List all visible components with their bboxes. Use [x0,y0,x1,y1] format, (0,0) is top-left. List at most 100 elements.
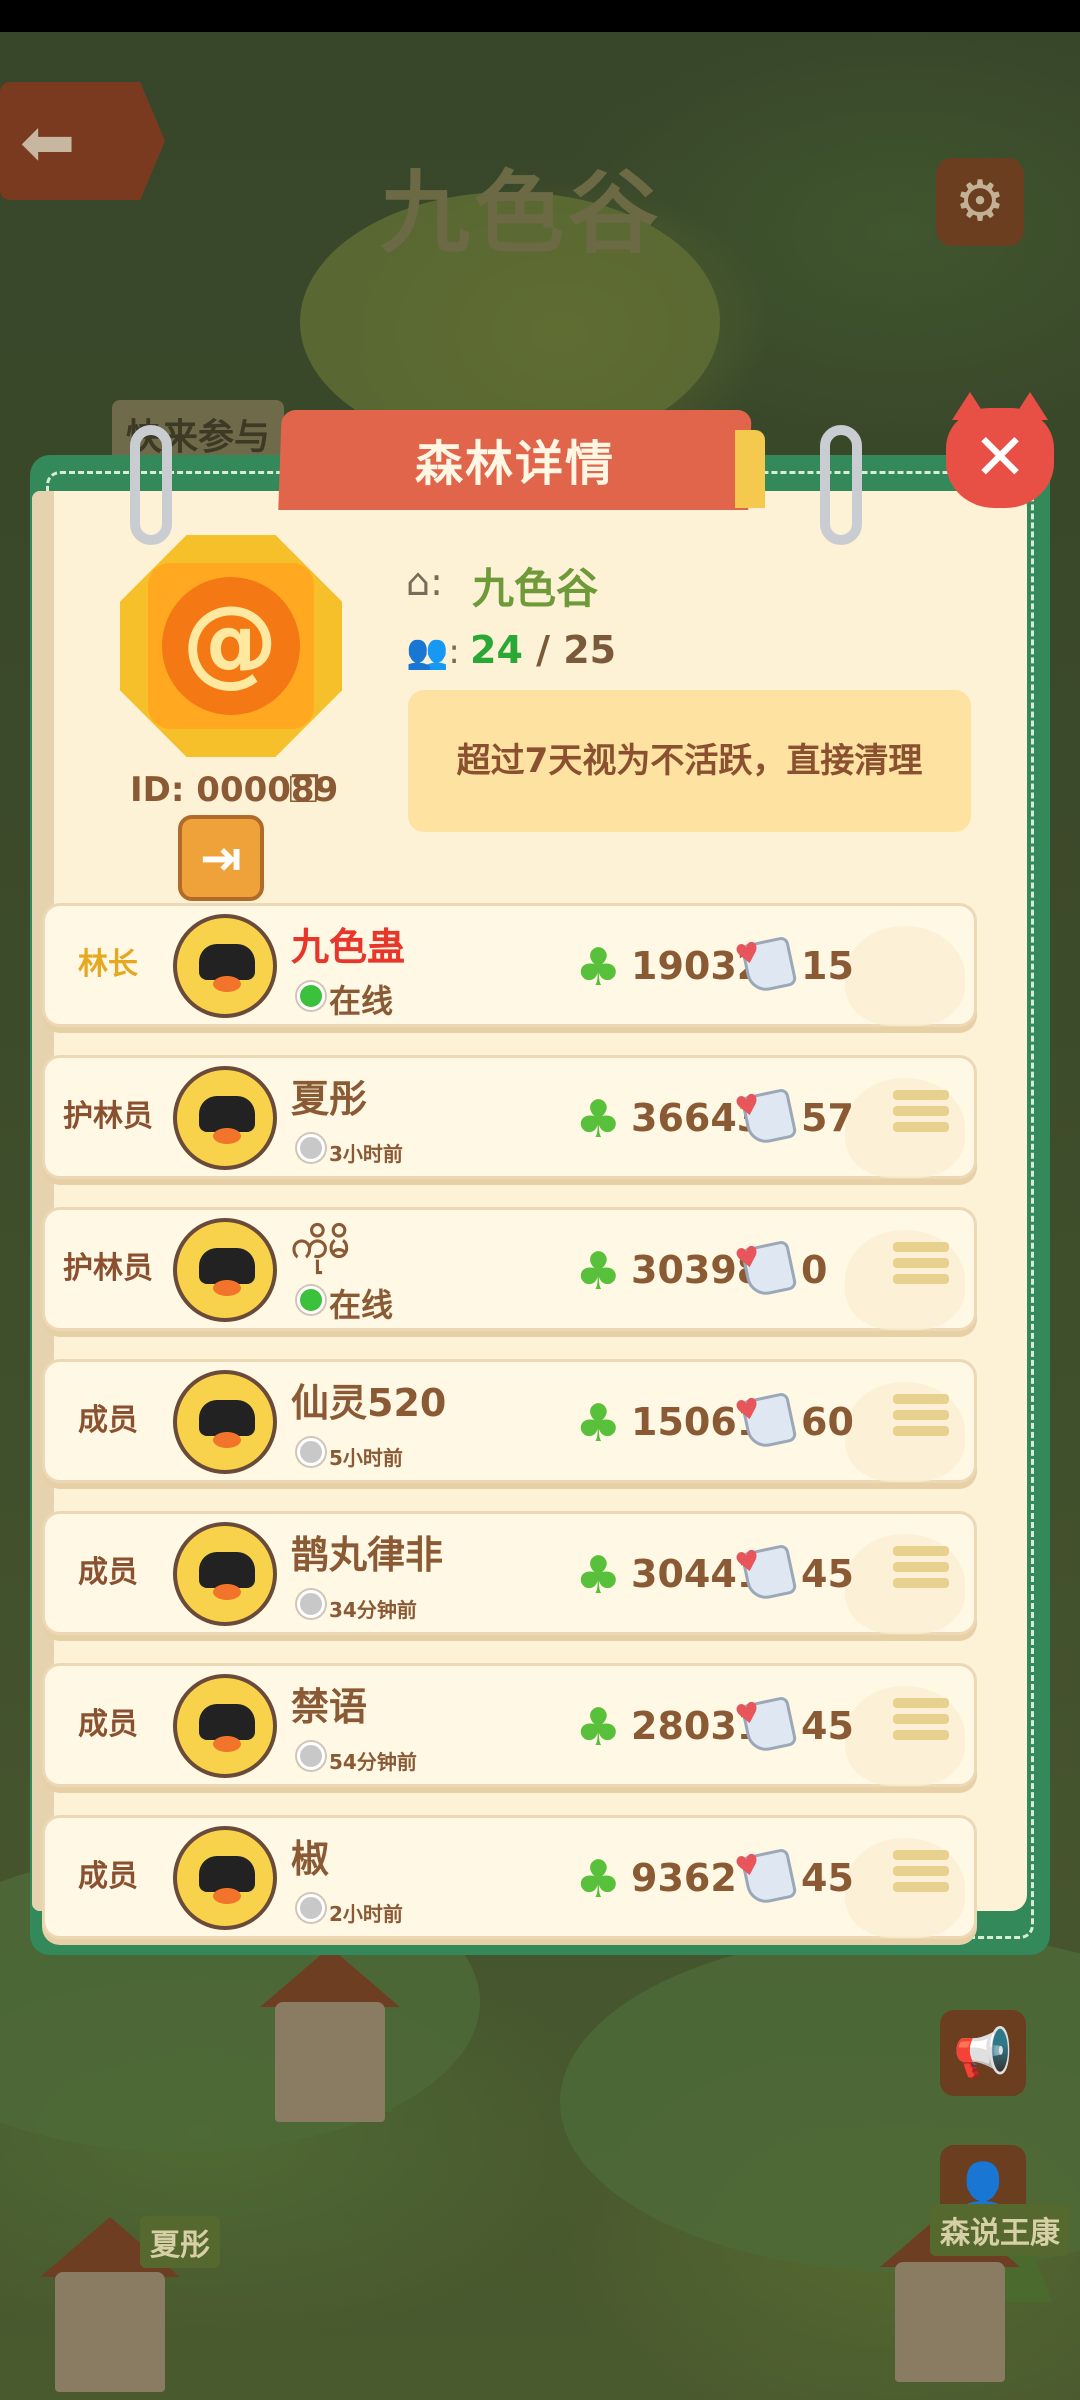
back-button[interactable]: ⬅ [0,82,165,200]
menu-icon[interactable] [893,1090,949,1146]
avatar-beak [213,1888,241,1904]
member-row[interactable]: 护林员ကိုမိ在线♣303980 [42,1207,977,1331]
avatar-sunglasses [199,1704,255,1740]
member-status: 5小时前 [329,1446,403,1470]
clover-icon: ♣ [575,1090,622,1150]
member-avatar[interactable] [173,1826,277,1930]
bg-roof [260,1947,400,2007]
member-like-count: 45 [801,1856,854,1900]
member-name: 椒 [291,1837,330,1881]
online-status-icon [297,1590,325,1618]
member-row[interactable]: 成员仙灵5205小时前♣1506160 [42,1359,977,1483]
member-avatar[interactable] [173,1218,277,1322]
avatar-beak [213,1584,241,1600]
member-name: 仙灵520 [291,1381,447,1425]
member-avatar[interactable] [173,1066,277,1170]
member-avatar[interactable] [173,1370,277,1474]
copy-icon[interactable]: ❐ [288,770,320,811]
member-role: 成员 [78,1707,138,1742]
member-avatar[interactable] [173,1674,277,1778]
member-row[interactable]: 护林员夏彤3小时前♣3664357 [42,1055,977,1179]
member-status: 54分钟前 [329,1750,417,1774]
member-like-count: 0 [801,1248,828,1292]
member-max: 25 [563,628,617,672]
bg-house [275,2002,385,2122]
forest-name: 九色谷 [472,564,599,613]
avatar-sunglasses [199,944,255,980]
avatar-sunglasses [199,1552,255,1588]
member-separator: / [522,628,564,672]
member-clover-count: 9362 [631,1856,737,1900]
bg-house [895,2262,1005,2382]
member-row[interactable]: 林长九色蛊在线♣1903215 [42,903,977,1027]
close-button[interactable]: ✕ [946,392,1054,508]
bg-house [55,2272,165,2392]
avatar-sunglasses [199,1856,255,1892]
clover-icon: ♣ [575,1850,622,1910]
announce-button[interactable]: 📢 [940,2010,1026,2096]
online-status-icon [297,982,325,1010]
member-avatar[interactable] [173,914,277,1018]
member-row[interactable]: 成员 椒 2小时前 ♣9362 45 [42,1815,977,1939]
heart-note-icon [740,1847,798,1907]
member-row[interactable]: 成员禁语54分钟前♣2803145 [42,1663,977,1787]
gear-icon[interactable]: ⚙ [936,158,1024,246]
member-name: 鹊丸律非 [291,1533,444,1577]
exit-forest-button[interactable]: ⇥ [178,815,264,901]
member-role: 成员 [78,1555,138,1590]
menu-icon[interactable] [893,1698,949,1754]
clover-icon: ♣ [575,1394,622,1454]
row-decoration [845,926,965,1026]
member-role: 护林员 [63,1099,153,1134]
menu-icon[interactable] [893,1546,949,1602]
menu-icon[interactable] [893,1242,949,1298]
member-name: 禁语 [291,1685,368,1729]
member-status: 在线 [329,982,394,1020]
member-status: 34分钟前 [329,1598,417,1622]
online-status-icon [297,1894,325,1922]
avatar-beak [213,1128,241,1144]
map-player-tag: 夏彤 [140,2216,220,2268]
online-status-icon [297,1742,325,1770]
binder-ring-left [130,425,172,545]
avatar-beak [213,976,241,992]
member-role: 护林员 [63,1251,153,1286]
online-status-icon [297,1134,325,1162]
member-name: 夏彤 [291,1077,368,1121]
binder-ring-right [820,425,862,545]
member-like-count: 57 [801,1096,854,1140]
member-status: 2小时前 [329,1902,403,1926]
close-icon: ✕ [973,421,1027,495]
member-like-count: 45 [801,1704,854,1748]
map-player-tag: 森说王康 [930,2204,1070,2256]
avatar-sunglasses [199,1096,255,1132]
background-forest-title: 九色谷 [380,161,662,266]
swirl-icon: @ [182,585,278,697]
clover-icon: ♣ [575,1242,622,1302]
close-button-ear [952,392,988,420]
member-role: 林长 [78,947,138,982]
people-icon: 👥: [406,632,460,672]
menu-icon[interactable] [893,1850,949,1906]
online-status-icon [297,1286,325,1314]
member-like-count: 15 [801,944,854,988]
avatar-beak [213,1432,241,1448]
panel-title: 森林详情 [414,436,615,492]
member-status: 在线 [329,1286,394,1324]
back-arrow-icon: ⬅ [20,104,76,181]
menu-icon[interactable] [893,1394,949,1450]
online-status-icon [297,1438,325,1466]
avatar-sunglasses [199,1248,255,1284]
member-name: ကိုမိ [291,1222,350,1266]
member-avatar[interactable] [173,1522,277,1626]
exit-icon: ⇥ [200,829,242,887]
member-row[interactable]: 成员鹊丸律非34分钟前♣3044145 [42,1511,977,1635]
member-count: 24 / 25 [470,628,616,672]
member-current: 24 [470,628,523,672]
member-like-count: 45 [801,1552,854,1596]
clover-icon: ♣ [575,1546,622,1606]
clover-icon: ♣ [575,1698,622,1758]
member-role: 成员 [78,1403,138,1438]
member-status: 3小时前 [329,1142,403,1166]
member-name: 九色蛊 [291,925,406,969]
